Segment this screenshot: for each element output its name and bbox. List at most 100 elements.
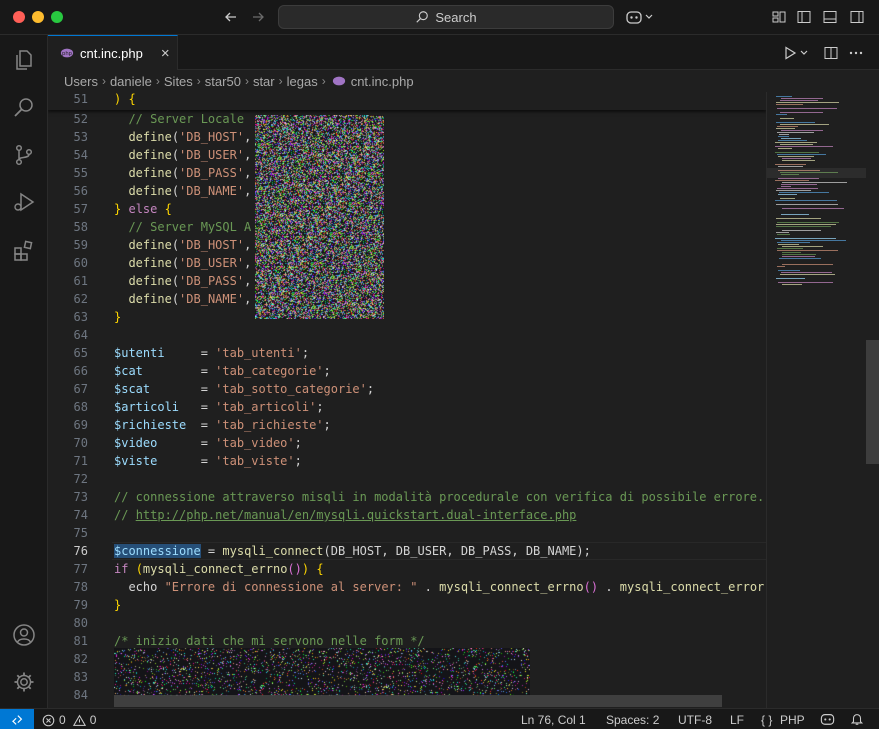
code-token: $video bbox=[114, 436, 158, 450]
warning-count: 0 bbox=[89, 713, 97, 727]
code-token: define bbox=[128, 292, 172, 306]
code-token: if bbox=[114, 562, 129, 576]
customize-layout-icon[interactable] bbox=[771, 9, 787, 25]
more-actions-icon[interactable] bbox=[848, 45, 864, 61]
code-line[interactable]: 52 // Server Locale bbox=[48, 110, 766, 128]
minimize-window-button[interactable] bbox=[32, 11, 44, 23]
tab-cnt-inc-php[interactable]: php cnt.inc.php × bbox=[48, 35, 178, 70]
code-token: 'DB_NAME' bbox=[179, 184, 245, 198]
sticky-scroll-line[interactable]: 51 ) { bbox=[48, 92, 766, 110]
indentation-setting[interactable]: Spaces: 2 bbox=[606, 712, 659, 728]
code-line[interactable]: 62 define('DB_NAME', bbox=[48, 290, 766, 308]
language-mode[interactable]: PHP bbox=[780, 712, 805, 728]
line-number: 82 bbox=[73, 652, 88, 666]
line-number: 63 bbox=[73, 310, 88, 324]
close-icon[interactable]: × bbox=[161, 45, 170, 62]
code-line[interactable]: 53 define('DB_HOST', bbox=[48, 128, 766, 146]
code-line[interactable]: 56 define('DB_NAME', bbox=[48, 182, 766, 200]
code-token: // Server Locale bbox=[114, 112, 245, 126]
breadcrumb-item[interactable]: star bbox=[253, 74, 275, 89]
command-center-search[interactable]: Search bbox=[278, 5, 614, 29]
eol-setting[interactable]: LF bbox=[730, 712, 744, 728]
code-line[interactable]: 77 if (mysqli_connect_errno()) { bbox=[48, 560, 766, 578]
code-text: $richieste = 'tab_richieste'; bbox=[114, 416, 331, 434]
back-arrow-icon[interactable] bbox=[221, 7, 241, 27]
code-text: // http://php.net/manual/en/mysqli.quick… bbox=[114, 506, 576, 524]
code-line[interactable]: 79} bbox=[48, 596, 766, 614]
toggle-panel-icon[interactable] bbox=[822, 9, 838, 25]
forward-arrow-icon[interactable] bbox=[248, 7, 268, 27]
copilot-icon[interactable] bbox=[626, 9, 656, 25]
remote-icon[interactable] bbox=[0, 709, 34, 729]
scrollbar-thumb[interactable] bbox=[866, 340, 879, 464]
code-token: , bbox=[244, 238, 252, 252]
code-token: "Errore di connessione al server: " bbox=[164, 580, 418, 594]
code-line[interactable]: 70 $video = 'tab_video'; bbox=[48, 434, 766, 452]
code-line[interactable]: 69 $richieste = 'tab_richieste'; bbox=[48, 416, 766, 434]
code-line[interactable]: 67 $scat = 'tab_sotto_categorie'; bbox=[48, 380, 766, 398]
code-line[interactable]: 63} bbox=[48, 308, 766, 326]
code-line[interactable]: 58 // Server MySQL A bbox=[48, 218, 766, 236]
breadcrumb-item[interactable]: Users bbox=[64, 74, 98, 89]
problems-indicator[interactable]: 0 0 bbox=[42, 712, 96, 728]
code-line[interactable]: 64 bbox=[48, 326, 766, 344]
line-number: 54 bbox=[73, 148, 88, 162]
vertical-scrollbar[interactable] bbox=[866, 92, 879, 708]
breadcrumb-item[interactable]: daniele bbox=[110, 74, 152, 89]
code-line[interactable]: 68 $articoli = 'tab_articoli'; bbox=[48, 398, 766, 416]
code-text: } bbox=[114, 596, 121, 614]
code-line[interactable]: 59 define('DB_HOST', bbox=[48, 236, 766, 254]
code-line[interactable]: 65 $utenti = 'tab_utenti'; bbox=[48, 344, 766, 362]
code-token: mysqli_connect_error bbox=[619, 580, 765, 594]
code-line[interactable]: 73 // connessione attraverso misqli in mo… bbox=[48, 488, 766, 506]
code-line[interactable]: 55 define('DB_PASS', bbox=[48, 164, 766, 182]
code-line[interactable]: 66 $cat = 'tab_categorie'; bbox=[48, 362, 766, 380]
code-line[interactable]: 74 // http://php.net/manual/en/mysqli.qui… bbox=[48, 506, 766, 524]
maximize-window-button[interactable] bbox=[51, 11, 63, 23]
code-line[interactable]: 61 define('DB_PASS', bbox=[48, 272, 766, 290]
code-text: ) { bbox=[114, 92, 136, 106]
bell-icon[interactable] bbox=[850, 712, 864, 728]
code-text: define('DB_NAME', bbox=[114, 182, 251, 200]
code-line[interactable]: 54 define('DB_USER', bbox=[48, 146, 766, 164]
search-icon[interactable] bbox=[12, 95, 36, 119]
code-line[interactable]: 78 echo "Errore di connessione al server… bbox=[48, 578, 766, 596]
encoding-setting[interactable]: UTF-8 bbox=[678, 712, 712, 728]
copilot-icon[interactable] bbox=[820, 712, 835, 728]
run-icon[interactable] bbox=[783, 45, 811, 61]
code-editor[interactable]: 51 ) { 52 // Server Locale 53 define('DB_… bbox=[48, 92, 766, 708]
code-line[interactable]: 80 bbox=[48, 614, 766, 632]
source-control-icon[interactable] bbox=[12, 143, 36, 167]
toggle-primary-sidebar-icon[interactable] bbox=[796, 9, 812, 25]
warning-icon bbox=[72, 714, 86, 726]
close-window-button[interactable] bbox=[13, 11, 25, 23]
code-line[interactable]: 75 bbox=[48, 524, 766, 542]
code-line[interactable]: 60 define('DB_USER', bbox=[48, 254, 766, 272]
breadcrumb-item[interactable]: star50 bbox=[205, 74, 241, 89]
gear-icon[interactable] bbox=[12, 670, 36, 694]
code-text: $utenti = 'tab_utenti'; bbox=[114, 344, 309, 362]
split-editor-icon[interactable] bbox=[823, 45, 839, 61]
breadcrumb-item[interactable]: Sites bbox=[164, 74, 193, 89]
toggle-secondary-sidebar-icon[interactable] bbox=[849, 9, 865, 25]
minimap[interactable] bbox=[766, 92, 867, 708]
code-text: $video = 'tab_video'; bbox=[114, 434, 302, 452]
code-line[interactable]: 57} else { bbox=[48, 200, 766, 218]
extensions-icon[interactable] bbox=[12, 239, 36, 263]
cursor-position[interactable]: Ln 76, Col 1 bbox=[521, 712, 586, 728]
breadcrumb-item[interactable]: legas bbox=[287, 74, 318, 89]
chevron-right-icon: › bbox=[321, 74, 326, 88]
breadcrumb-item[interactable]: cnt.inc.php bbox=[351, 74, 414, 89]
code-token: // connessione attraverso misqli in moda… bbox=[114, 490, 765, 504]
files-icon[interactable] bbox=[12, 48, 36, 72]
code-token: $scat bbox=[114, 382, 151, 396]
code-line[interactable]: 76 $connessione = mysqli_connect(DB_HOST,… bbox=[48, 542, 766, 560]
code-line[interactable]: 71 $viste = 'tab_viste'; bbox=[48, 452, 766, 470]
horizontal-scrollbar[interactable] bbox=[114, 695, 722, 707]
code-line[interactable]: 72 bbox=[48, 470, 766, 488]
run-debug-icon[interactable] bbox=[12, 190, 36, 214]
account-icon[interactable] bbox=[12, 623, 36, 647]
